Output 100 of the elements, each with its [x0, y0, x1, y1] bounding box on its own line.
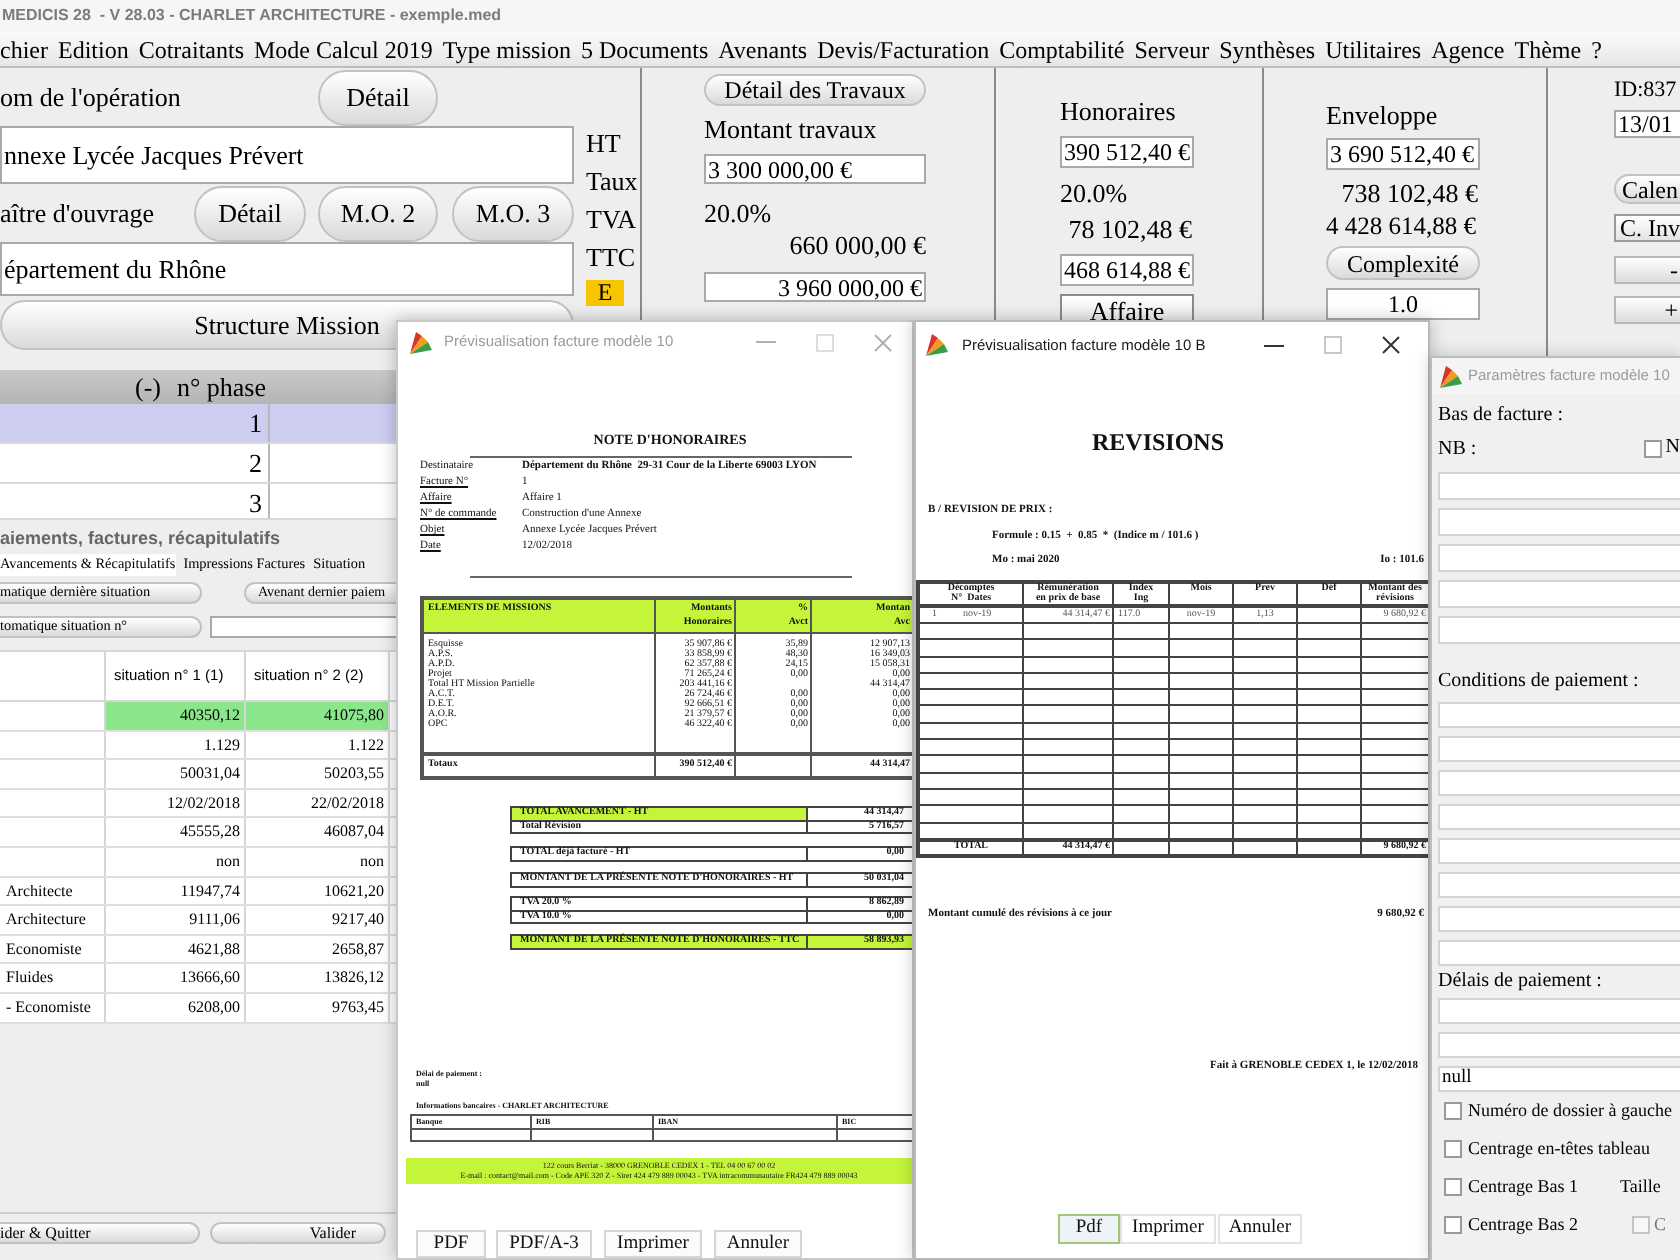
- text-field[interactable]: épartement du Rhône: [0, 242, 574, 296]
- owner-button[interactable]: M.O. 3: [452, 185, 574, 241]
- checkbox[interactable]: [1643, 439, 1662, 457]
- checkbox[interactable]: [1444, 1102, 1462, 1120]
- text-field[interactable]: [1438, 544, 1680, 572]
- section-label: Délais de paiement :: [1438, 968, 1602, 994]
- text-field[interactable]: [1438, 736, 1680, 762]
- table-row[interactable]: 3: [0, 484, 396, 520]
- amount-field[interactable]: 3 960 000,00 €: [704, 272, 926, 302]
- menu-item[interactable]: Devis/Facturation: [817, 33, 990, 65]
- side-button[interactable]: C. Inv: [1614, 214, 1680, 242]
- table-cell: 3: [0, 484, 270, 518]
- checkbox-label: Numéro de dossier à gauche: [1468, 1097, 1672, 1124]
- amount-field[interactable]: 468 614,88 €: [1060, 254, 1194, 286]
- checkbox-label: Centrage Bas 2: [1468, 1211, 1580, 1238]
- validate-button[interactable]: Valider: [210, 1222, 386, 1244]
- complexity-field[interactable]: 1.0: [1326, 288, 1480, 320]
- menu-item[interactable]: Mode Calcul 2019: [254, 33, 433, 65]
- amount-text: 738 102,48 €: [1339, 178, 1478, 210]
- menu-item[interactable]: 5 Documents: [581, 33, 709, 65]
- minimize-icon[interactable]: [1264, 343, 1284, 347]
- column-header: (-): [133, 369, 163, 406]
- owner-button[interactable]: Détail: [194, 185, 306, 241]
- section-title: aiements, factures, récapitulatifs: [0, 526, 283, 552]
- flag-badge: E: [586, 280, 624, 306]
- window-title: MEDICIS 28 - V 28.03 - CHARLET ARCHITECTURE - exemple.med: [2, 6, 502, 26]
- table-row[interactable]: 1: [0, 404, 396, 444]
- menu-item[interactable]: ?: [1591, 33, 1602, 65]
- amount-field[interactable]: 390 512,40 €: [1060, 136, 1194, 168]
- row-label: TTC: [586, 240, 636, 276]
- text-field[interactable]: [1438, 580, 1680, 608]
- text-field[interactable]: [1438, 508, 1680, 536]
- text-field[interactable]: [1438, 472, 1680, 500]
- dialog-button[interactable]: Imprimer: [604, 1229, 702, 1257]
- table-cell: 1: [0, 404, 270, 442]
- situation-number-field[interactable]: [210, 616, 396, 638]
- menu-item[interactable]: chier: [0, 33, 48, 65]
- amount-text: 660 000,00 €: [787, 230, 926, 262]
- checkbox-label: Centrage Bas 1: [1468, 1173, 1580, 1200]
- menu-item[interactable]: Thème: [1514, 33, 1582, 65]
- rate-text: 20.0%: [1060, 178, 1128, 210]
- amount-text: 78 102,48 €: [1066, 214, 1192, 246]
- dialog-button[interactable]: Annuler: [1218, 1213, 1302, 1244]
- dialog-button[interactable]: PDF/A-3: [496, 1229, 592, 1257]
- checkbox[interactable]: [1444, 1216, 1462, 1234]
- side-button[interactable]: Calen: [1614, 174, 1680, 204]
- text-field[interactable]: [1438, 770, 1680, 796]
- logo-icon: [410, 331, 432, 353]
- table-cell: 40350,12: [106, 702, 246, 730]
- text-field[interactable]: nnexe Lycée Jacques Prévert: [0, 126, 574, 184]
- menu-item[interactable]: Avenants: [718, 33, 808, 65]
- text-field[interactable]: [1438, 872, 1680, 898]
- dialog-button[interactable]: Imprimer: [1120, 1213, 1216, 1244]
- checkbox[interactable]: [1444, 1178, 1462, 1196]
- table-row[interactable]: 2: [0, 444, 396, 484]
- menu-item[interactable]: Utilitaires: [1325, 33, 1422, 65]
- table-cell: 41075,80: [246, 702, 390, 730]
- amount-field[interactable]: 3 690 512,40 €: [1326, 138, 1480, 170]
- dialog-button[interactable]: PDF: [416, 1229, 486, 1257]
- document-heading: REVISIONS: [1089, 428, 1227, 456]
- amount-field[interactable]: 3 300 000,00 €: [704, 154, 926, 184]
- travaux-detail-button[interactable]: Détail des Travaux: [704, 74, 926, 106]
- maximize-icon[interactable]: [816, 333, 834, 351]
- text-field[interactable]: [1438, 906, 1680, 932]
- text-field[interactable]: [1438, 1032, 1680, 1058]
- complexity-button[interactable]: Complexité: [1326, 246, 1480, 280]
- detail-button[interactable]: Détail: [318, 69, 438, 125]
- column-header: n° phase: [174, 369, 268, 406]
- menu-item[interactable]: Serveur: [1134, 33, 1210, 65]
- dialog-button[interactable]: Pdf: [1058, 1213, 1120, 1244]
- owner-button[interactable]: M.O. 2: [318, 185, 438, 241]
- checkbox-label: C: [1654, 1211, 1667, 1238]
- maximize-icon[interactable]: [1324, 336, 1342, 354]
- checkbox[interactable]: [1444, 1140, 1462, 1158]
- text-field[interactable]: [1438, 616, 1680, 644]
- logo-icon: [1440, 365, 1462, 387]
- quit-button[interactable]: ider & Quitter: [0, 1222, 200, 1244]
- menu-item[interactable]: Synthèses: [1219, 33, 1316, 65]
- date-field[interactable]: 13/01: [1614, 110, 1680, 138]
- row-label: HT: [586, 126, 621, 162]
- section-label: Conditions de paiement :: [1438, 668, 1639, 694]
- text-field[interactable]: [1438, 804, 1680, 830]
- field-label: Montant travaux: [704, 114, 877, 146]
- text-field[interactable]: [1438, 838, 1680, 864]
- side-button[interactable]: -: [1614, 256, 1680, 284]
- menu-item[interactable]: Agence: [1431, 33, 1505, 65]
- text-field[interactable]: null: [1438, 1066, 1680, 1092]
- dialog-button[interactable]: Annuler: [714, 1229, 802, 1257]
- menu-item[interactable]: Type mission: [442, 33, 571, 65]
- side-button[interactable]: +: [1614, 296, 1680, 324]
- menu-item[interactable]: Edition: [57, 33, 129, 65]
- menu-item[interactable]: Cotraitants: [138, 33, 244, 65]
- text-field[interactable]: [1438, 998, 1680, 1024]
- rate-text: 20.0%: [704, 198, 772, 230]
- logo-icon: [926, 334, 948, 356]
- text-field[interactable]: [1438, 940, 1680, 966]
- checkbox-label: N: [1665, 434, 1680, 462]
- close-icon[interactable]: [1382, 336, 1400, 354]
- menu-item[interactable]: Comptabilité: [999, 33, 1125, 65]
- text-field[interactable]: [1438, 702, 1680, 728]
